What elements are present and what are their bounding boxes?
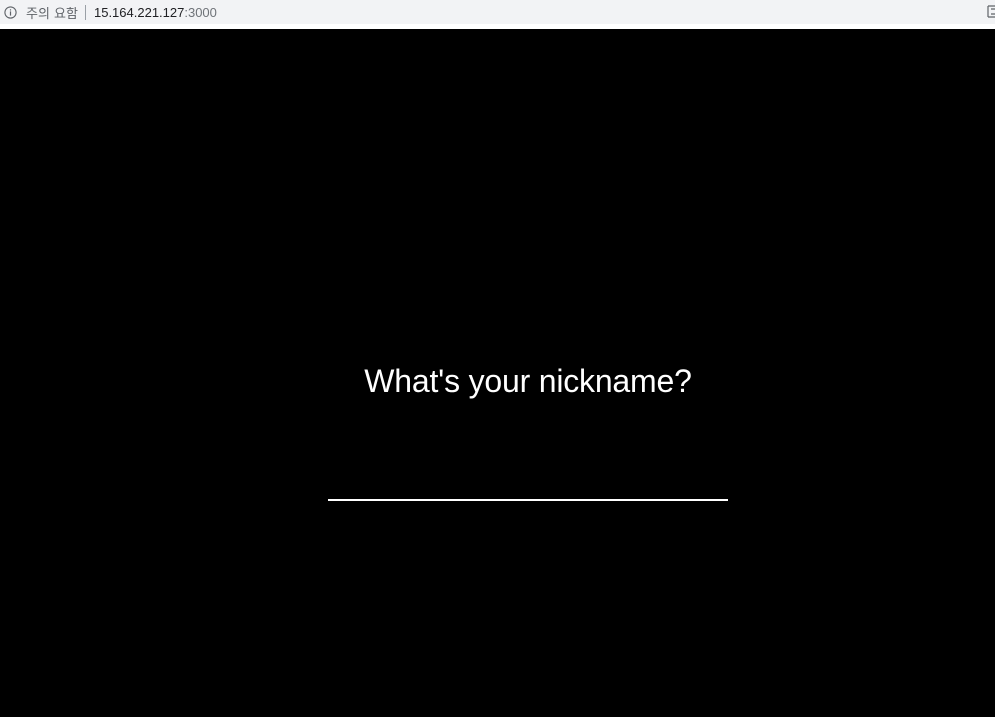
bookmark-edge-icon[interactable] bbox=[986, 5, 995, 18]
browser-address-bar[interactable]: 주의 요함 15.164.221.127:3000 bbox=[0, 0, 995, 24]
url-host: 15.164.221.127 bbox=[93, 4, 185, 20]
address-bar-divider bbox=[84, 4, 86, 20]
url-text[interactable]: 15.164.221.127:3000 bbox=[94, 5, 217, 20]
nickname-input[interactable] bbox=[328, 469, 728, 501]
page-content: What's your nickname? bbox=[0, 29, 995, 717]
security-warning-label[interactable]: 주의 요함 bbox=[26, 3, 78, 22]
nickname-form: What's your nickname? bbox=[328, 359, 728, 501]
nickname-question: What's your nickname? bbox=[364, 363, 692, 399]
info-circle-icon[interactable] bbox=[4, 5, 17, 19]
url-port: :3000 bbox=[184, 4, 217, 20]
